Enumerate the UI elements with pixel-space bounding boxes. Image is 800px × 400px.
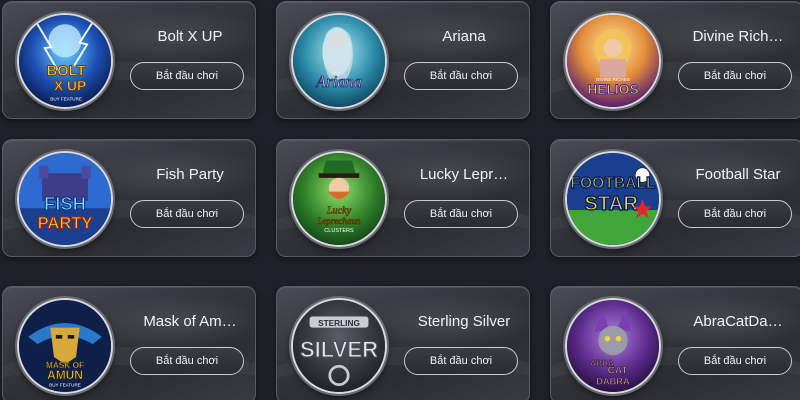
game-grid: BOLT X UP BUY FEATURE Bolt X UP Bắt đầu … xyxy=(0,0,800,400)
football-star-icon[interactable]: FOOTBALL STAR xyxy=(565,151,661,247)
game-title: Football Star xyxy=(695,166,781,183)
art-text: CLUSTERS xyxy=(324,228,354,234)
art-text: BUY FEATURE xyxy=(49,382,81,387)
game-title: AbraCatDa… xyxy=(693,313,783,330)
game-card-sterling-silver[interactable]: STERLING SILVER Sterling Silver Bắt đầu … xyxy=(276,286,530,400)
play-button[interactable]: Bắt đầu chơi xyxy=(130,347,244,375)
art-text: BOLT xyxy=(47,64,86,80)
game-card-abracatdabra[interactable]: ABRA CAT DABRA AbraCatDa… Bắt đầu chơi xyxy=(550,286,800,400)
game-title: Fish Party xyxy=(156,166,224,183)
art-text: BUY FEATURE xyxy=(50,97,82,102)
game-title: Sterling Silver xyxy=(417,313,511,330)
art-text: CAT xyxy=(608,366,629,377)
game-title: Bolt X UP xyxy=(157,28,223,45)
art-text: X UP xyxy=(54,78,86,93)
play-button[interactable]: Bắt đầu chơi xyxy=(678,200,792,228)
play-button[interactable]: Bắt đầu chơi xyxy=(678,62,792,90)
game-card-bolt-x-up[interactable]: BOLT X UP BUY FEATURE Bolt X UP Bắt đầu … xyxy=(2,1,256,119)
ariana-mermaid-icon[interactable]: Ariana xyxy=(291,13,387,109)
game-title: Mask of Am… xyxy=(143,313,237,330)
abracatdabra-icon[interactable]: ABRA CAT DABRA xyxy=(565,298,661,394)
play-button[interactable]: Bắt đầu chơi xyxy=(130,200,244,228)
art-text: AMUN xyxy=(47,368,83,382)
art-text: PARTY xyxy=(38,213,93,232)
play-button[interactable]: Bắt đầu chơi xyxy=(404,200,518,228)
art-text: SILVER xyxy=(300,337,378,362)
game-card-football-star[interactable]: FOOTBALL STAR Football Star Bắt đầu chơi xyxy=(550,139,800,257)
art-text: FOOTBALL xyxy=(570,175,656,192)
lucky-leprechaun-icon[interactable]: Lucky Leprechaun CLUSTERS xyxy=(291,151,387,247)
art-text: HELIOS xyxy=(587,82,638,97)
art-text: STERLING xyxy=(318,319,360,328)
game-title: Divine Rich… xyxy=(692,28,784,45)
game-card-fish-party[interactable]: FISH PARTY Fish Party Bắt đầu chơi xyxy=(2,139,256,257)
mask-of-amun-icon[interactable]: MASK OF AMUN BUY FEATURE xyxy=(17,298,113,394)
game-card-divine-riches[interactable]: DIVINE RICHES HELIOS Divine Rich… Bắt đầ… xyxy=(550,1,800,119)
art-text: Leprechaun xyxy=(316,216,361,226)
game-title: Lucky Lepr… xyxy=(419,166,509,183)
game-card-lucky-leprechaun[interactable]: Lucky Leprechaun CLUSTERS Lucky Lepr… Bắ… xyxy=(276,139,530,257)
play-button[interactable]: Bắt đầu chơi xyxy=(404,62,518,90)
play-button[interactable]: Bắt đầu chơi xyxy=(678,347,792,375)
art-text: STAR xyxy=(584,193,638,215)
art-text: DABRA xyxy=(596,377,630,387)
game-card-mask-of-amun[interactable]: MASK OF AMUN BUY FEATURE Mask of Am… Bắt… xyxy=(2,286,256,400)
helios-icon[interactable]: DIVINE RICHES HELIOS xyxy=(565,13,661,109)
fish-party-icon[interactable]: FISH PARTY xyxy=(17,151,113,247)
bolt-x-up-icon[interactable]: BOLT X UP BUY FEATURE xyxy=(17,13,113,109)
art-text: FISH xyxy=(44,193,86,214)
game-card-ariana[interactable]: Ariana Ariana Bắt đầu chơi xyxy=(276,1,530,119)
art-text: Ariana xyxy=(315,72,362,91)
play-button[interactable]: Bắt đầu chơi xyxy=(404,347,518,375)
sterling-silver-icon[interactable]: STERLING SILVER xyxy=(291,298,387,394)
game-title: Ariana xyxy=(442,28,486,45)
play-button[interactable]: Bắt đầu chơi xyxy=(130,62,244,90)
